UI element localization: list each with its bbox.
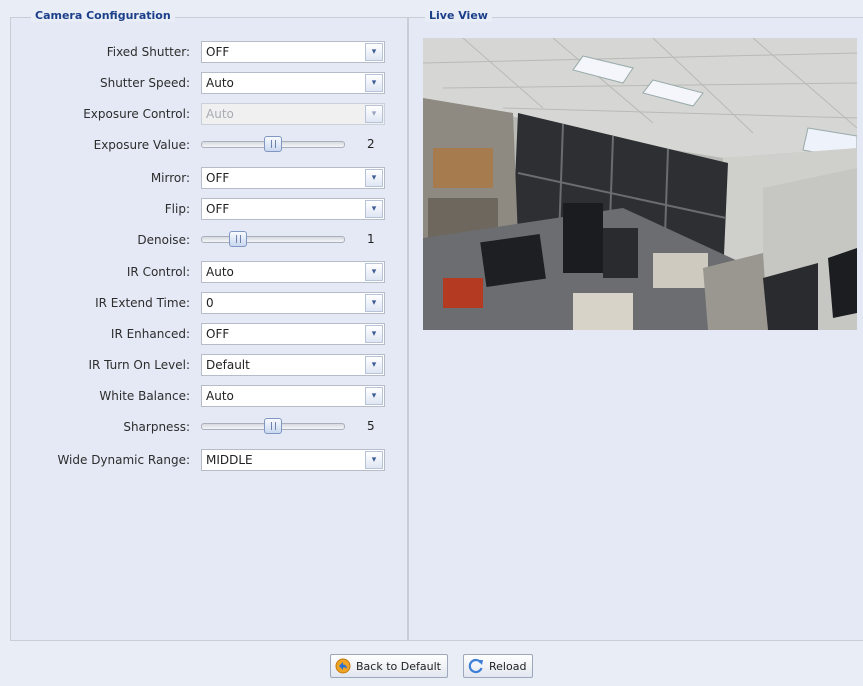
sharpness-slider-thumb[interactable] bbox=[264, 418, 282, 434]
field-row-wide-dynamic-range: Wide Dynamic Range: MIDDLE ▾ bbox=[11, 449, 407, 473]
field-row-shutter-speed: Shutter Speed: Auto ▾ bbox=[11, 72, 407, 96]
field-row-ir-turn-on-level: IR Turn On Level: Default ▾ bbox=[11, 354, 407, 378]
refresh-icon bbox=[468, 658, 484, 674]
camera-configuration-panel: Camera Configuration Fixed Shutter: OFF ▾ S… bbox=[10, 9, 408, 641]
mirror-value: OFF bbox=[206, 171, 230, 185]
ir-turn-on-level-value: Default bbox=[206, 358, 250, 372]
white-balance-select[interactable]: Auto ▾ bbox=[201, 385, 385, 407]
ir-extend-time-label: IR Extend Time: bbox=[95, 296, 190, 310]
field-row-mirror: Mirror: OFF ▾ bbox=[11, 167, 407, 191]
shutter-speed-label: Shutter Speed: bbox=[99, 76, 190, 90]
back-to-default-button[interactable]: Back to Default bbox=[330, 654, 448, 678]
back-to-default-label: Back to Default bbox=[356, 659, 441, 673]
fixed-shutter-select[interactable]: OFF ▾ bbox=[201, 41, 385, 63]
flip-value: OFF bbox=[206, 202, 230, 216]
undo-arrow-icon bbox=[335, 658, 351, 674]
field-row-ir-enhanced: IR Enhanced: OFF ▾ bbox=[11, 323, 407, 347]
denoise-slider-value: 1 bbox=[367, 232, 375, 246]
camera-feed-image bbox=[423, 38, 857, 330]
ir-control-select[interactable]: Auto ▾ bbox=[201, 261, 385, 283]
exposure-value-label: Exposure Value: bbox=[93, 138, 190, 152]
exposure-value-slider-thumb[interactable] bbox=[264, 136, 282, 152]
ir-extend-time-value: 0 bbox=[206, 296, 214, 310]
ir-turn-on-level-select[interactable]: Default ▾ bbox=[201, 354, 385, 376]
white-balance-value: Auto bbox=[206, 389, 234, 403]
sharpness-slider-value: 5 bbox=[367, 419, 375, 433]
field-row-white-balance: White Balance: Auto ▾ bbox=[11, 385, 407, 409]
chevron-down-icon: ▾ bbox=[365, 105, 383, 123]
field-row-denoise: Denoise: 1 bbox=[11, 229, 407, 253]
chevron-down-icon[interactable]: ▾ bbox=[365, 451, 383, 469]
shutter-speed-value: Auto bbox=[206, 76, 234, 90]
wide-dynamic-range-value: MIDDLE bbox=[206, 453, 253, 467]
camera-configuration-title: Camera Configuration bbox=[31, 9, 175, 22]
wide-dynamic-range-label: Wide Dynamic Range: bbox=[57, 453, 190, 467]
shutter-speed-select[interactable]: Auto ▾ bbox=[201, 72, 385, 94]
ir-enhanced-label: IR Enhanced: bbox=[110, 327, 190, 341]
flip-select[interactable]: OFF ▾ bbox=[201, 198, 385, 220]
chevron-down-icon[interactable]: ▾ bbox=[365, 43, 383, 61]
fixed-shutter-label: Fixed Shutter: bbox=[106, 45, 190, 59]
mirror-label: Mirror: bbox=[150, 171, 190, 185]
field-row-sharpness: Sharpness: 5 bbox=[11, 416, 407, 440]
denoise-label: Denoise: bbox=[137, 233, 190, 247]
chevron-down-icon[interactable]: ▾ bbox=[365, 294, 383, 312]
field-row-flip: Flip: OFF ▾ bbox=[11, 198, 407, 222]
denoise-slider[interactable] bbox=[201, 231, 345, 247]
chevron-down-icon[interactable]: ▾ bbox=[365, 263, 383, 281]
chevron-down-icon[interactable]: ▾ bbox=[365, 356, 383, 374]
flip-label: Flip: bbox=[164, 202, 190, 216]
chevron-down-icon[interactable]: ▾ bbox=[365, 387, 383, 405]
chevron-down-icon[interactable]: ▾ bbox=[365, 169, 383, 187]
sharpness-slider[interactable] bbox=[201, 418, 345, 434]
exposure-control-label: Exposure Control: bbox=[83, 107, 190, 121]
denoise-slider-thumb[interactable] bbox=[228, 231, 247, 247]
ir-extend-time-select[interactable]: 0 ▾ bbox=[201, 292, 385, 314]
chevron-down-icon[interactable]: ▾ bbox=[365, 325, 383, 343]
fixed-shutter-value: OFF bbox=[206, 45, 230, 59]
field-row-fixed-shutter: Fixed Shutter: OFF ▾ bbox=[11, 41, 407, 65]
live-view-title: Live View bbox=[425, 9, 492, 22]
exposure-control-value: Auto bbox=[206, 107, 234, 121]
exposure-control-select: Auto ▾ bbox=[201, 103, 385, 125]
live-view-video bbox=[423, 38, 857, 330]
field-row-ir-control: IR Control: Auto ▾ bbox=[11, 261, 407, 285]
exposure-value-slider[interactable] bbox=[201, 136, 345, 152]
mirror-select[interactable]: OFF ▾ bbox=[201, 167, 385, 189]
wide-dynamic-range-select[interactable]: MIDDLE ▾ bbox=[201, 449, 385, 471]
live-view-panel: Live View bbox=[408, 9, 863, 641]
exposure-value-slider-value: 2 bbox=[367, 137, 375, 151]
reload-button[interactable]: Reload bbox=[463, 654, 534, 678]
chevron-down-icon[interactable]: ▾ bbox=[365, 74, 383, 92]
ir-enhanced-value: OFF bbox=[206, 327, 230, 341]
ir-control-label: IR Control: bbox=[126, 265, 190, 279]
ir-turn-on-level-label: IR Turn On Level: bbox=[88, 358, 190, 372]
white-balance-label: White Balance: bbox=[99, 389, 190, 403]
reload-label: Reload bbox=[489, 659, 527, 673]
sharpness-label: Sharpness: bbox=[123, 420, 190, 434]
field-row-exposure-value: Exposure Value: 2 bbox=[11, 134, 407, 158]
chevron-down-icon[interactable]: ▾ bbox=[365, 200, 383, 218]
field-row-ir-extend-time: IR Extend Time: 0 ▾ bbox=[11, 292, 407, 316]
field-row-exposure-control: Exposure Control: Auto ▾ bbox=[11, 103, 407, 127]
ir-control-value: Auto bbox=[206, 265, 234, 279]
ir-enhanced-select[interactable]: OFF ▾ bbox=[201, 323, 385, 345]
